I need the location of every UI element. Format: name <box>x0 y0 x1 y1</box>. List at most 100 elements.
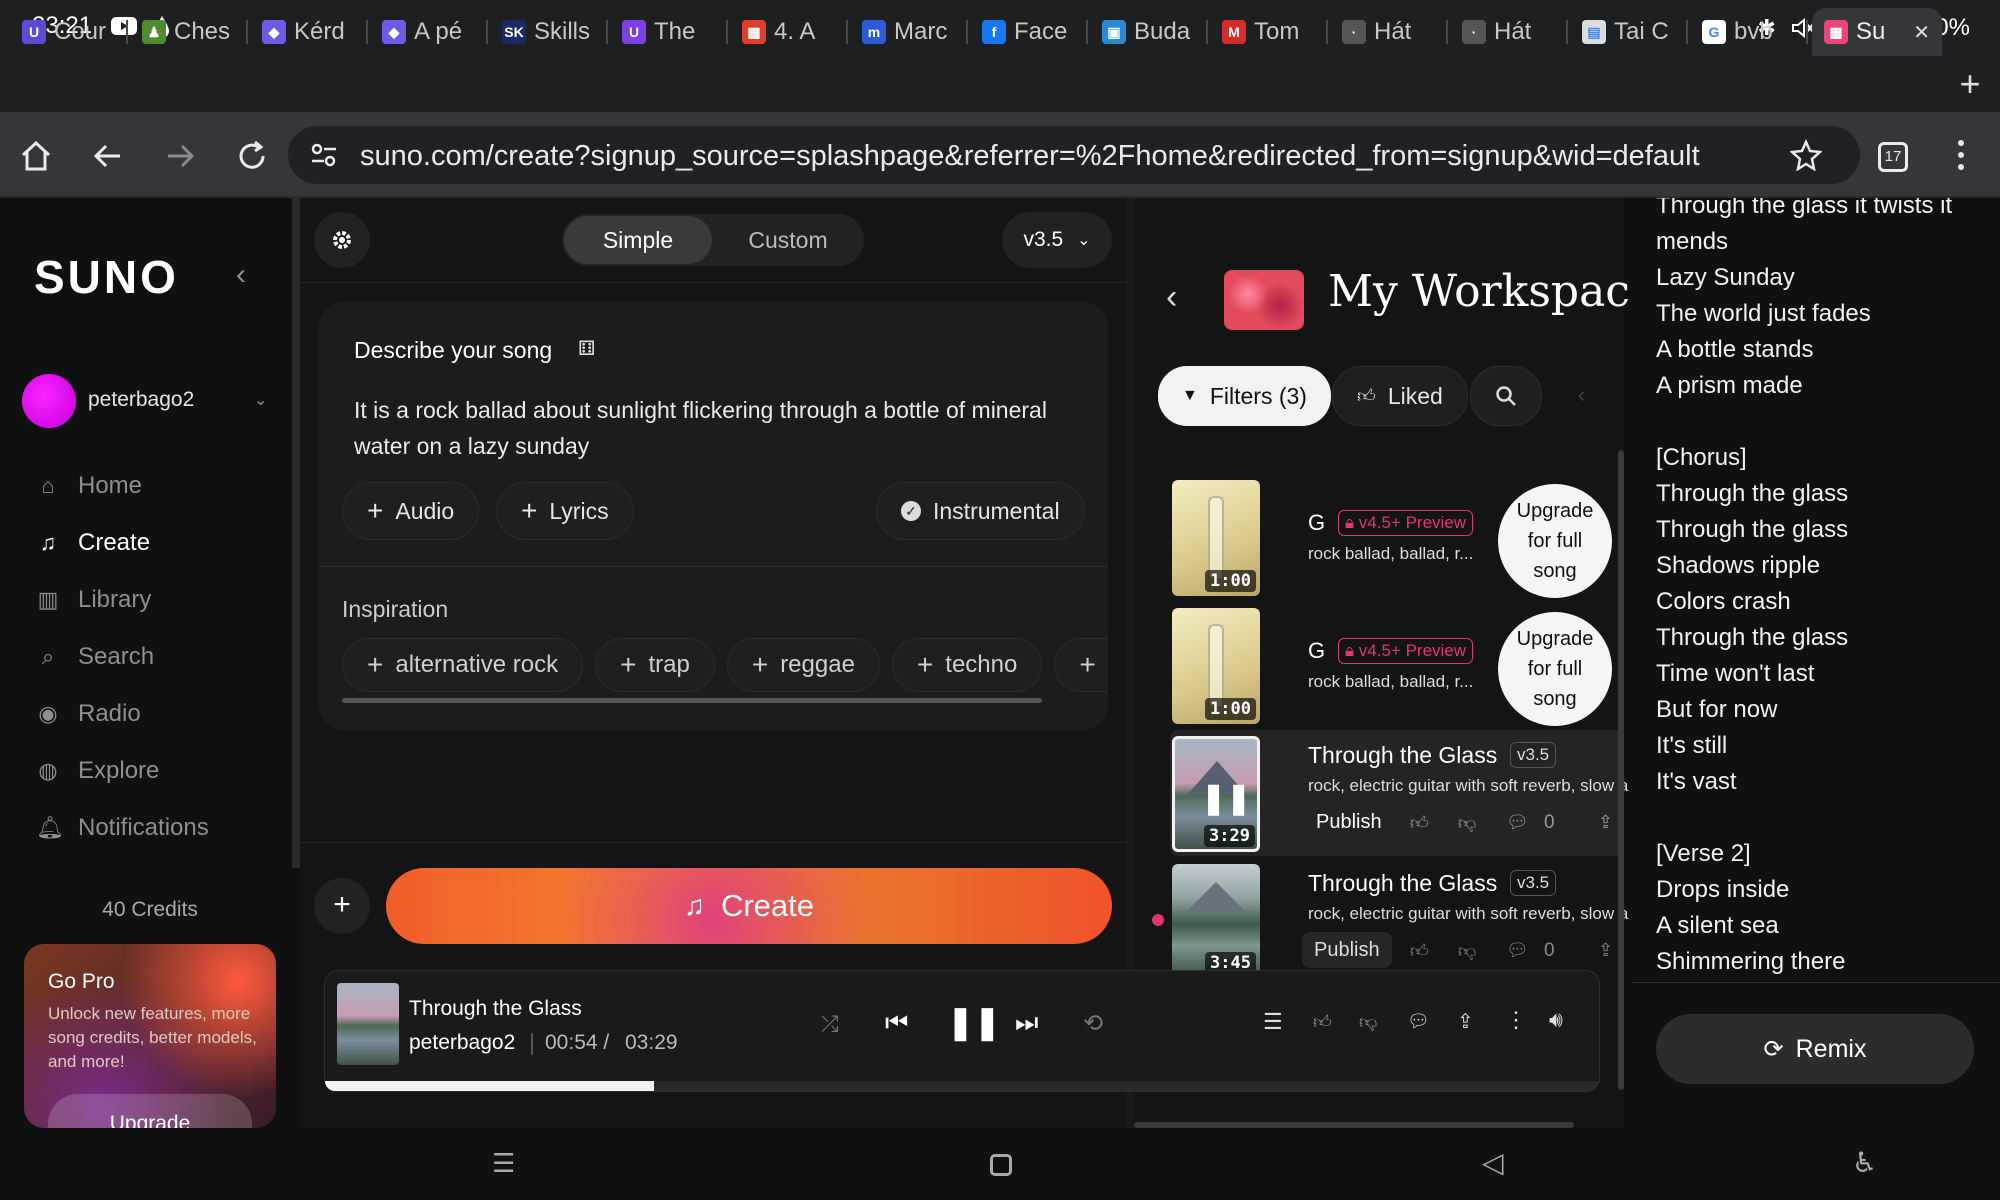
song-row[interactable]: 3:45 Through the Glass v3.5 rock, electr… <box>1172 860 1632 970</box>
song-row[interactable]: ❚❚ 3:29 Through the Glass v3.5 rock, ele… <box>1172 732 1632 852</box>
player-title[interactable]: Through the Glass <box>409 997 582 1021</box>
pause-overlay-icon[interactable]: ❚❚ <box>1201 781 1251 816</box>
site-settings-icon[interactable] <box>310 142 338 168</box>
add-lyrics-button[interactable]: + Lyrics <box>496 482 634 540</box>
chevron-down-icon[interactable]: ⌄ <box>254 390 267 410</box>
username[interactable]: peterbago2 <box>88 388 194 412</box>
song-title[interactable]: Through the Glass <box>1308 742 1497 769</box>
more-options-button[interactable]: ⋮ <box>1505 1007 1527 1033</box>
browser-menu-button[interactable] <box>1958 140 1966 170</box>
queue-button[interactable]: ☰ <box>1263 1009 1283 1035</box>
previous-button[interactable]: ⏮︎ <box>885 1007 908 1039</box>
repeat-button[interactable]: ⟲ <box>1083 1009 1103 1038</box>
dislike-button[interactable]: 👎︎ <box>1458 940 1476 962</box>
comment-button[interactable]: 💬︎ <box>1506 940 1529 961</box>
filters-button[interactable]: ▼ Filters (3) <box>1158 366 1331 426</box>
song-title[interactable]: Through the Glass <box>1308 870 1497 897</box>
search-workspace-button[interactable] <box>1470 366 1542 426</box>
tab[interactable]: SK Skills <box>490 8 608 56</box>
upgrade-button[interactable]: Upgrade <box>48 1094 252 1128</box>
tab[interactable]: U The <box>610 8 728 56</box>
go-pro-card[interactable]: Go Pro Unlock new features, more song cr… <box>24 944 276 1128</box>
song-title[interactable]: G <box>1308 638 1325 664</box>
sidebar-item-notifications[interactable]: 🔔︎ Notifications <box>36 808 209 848</box>
next-button[interactable]: ⏭︎ <box>1015 1007 1038 1039</box>
chevron-left-icon[interactable]: ‹ <box>1578 382 1585 408</box>
back-button[interactable] <box>90 138 126 174</box>
like-button[interactable]: 👍︎ <box>1313 1011 1332 1033</box>
back-nav-button[interactable]: ◁ <box>1482 1146 1504 1179</box>
recents-button[interactable]: ☰ <box>492 1148 515 1179</box>
reload-button[interactable] <box>234 138 270 174</box>
progress-track[interactable] <box>325 1081 1599 1091</box>
share-button[interactable]: ⇪ <box>1457 1009 1474 1034</box>
tab-switcher-button[interactable]: 17 <box>1878 142 1908 172</box>
tab[interactable]: m Marc <box>850 8 968 56</box>
bookmark-star-icon[interactable] <box>1790 139 1822 171</box>
dislike-button[interactable]: 👎︎ <box>1359 1011 1377 1033</box>
song-row[interactable]: 1:00 G 🔒︎ v4.5+ Preview rock ballad, bal… <box>1172 604 1632 726</box>
comment-button[interactable]: 💬︎ <box>1506 812 1529 833</box>
pause-button[interactable]: ❚❚ <box>947 1003 1001 1041</box>
like-button[interactable]: 👍︎ <box>1410 940 1429 962</box>
shuffle-button[interactable]: ⤮ <box>821 1011 839 1037</box>
share-button[interactable]: ⇪ <box>1598 940 1613 961</box>
song-row[interactable]: 1:00 G 🔒︎ v4.5+ Preview rock ballad, bal… <box>1172 476 1632 598</box>
forward-button[interactable] <box>162 138 198 174</box>
liked-button[interactable]: 👍︎ Liked <box>1332 366 1468 426</box>
settings-button[interactable] <box>314 212 370 268</box>
upgrade-full-song-button[interactable]: Upgrade for full song <box>1498 484 1612 598</box>
close-tab-icon[interactable]: ✕ <box>1913 20 1930 45</box>
instrumental-toggle[interactable]: ✓ Instrumental <box>876 482 1085 540</box>
dislike-button[interactable]: 👎︎ <box>1458 812 1476 834</box>
remix-button[interactable]: ⟳ Remix <box>1656 1014 1974 1084</box>
inspiration-chip[interactable]: + techno <box>891 638 1043 692</box>
tab-active[interactable]: ▩ Su ✕ <box>1812 8 1942 56</box>
suno-logo[interactable]: SUNO <box>34 250 179 304</box>
address-bar[interactable]: suno.com/create?signup_source=splashpage… <box>288 126 1860 184</box>
collapse-sidebar-button[interactable]: ‹ <box>236 258 246 292</box>
tab[interactable]: M Tom <box>1210 8 1328 56</box>
dice-icon[interactable]: ⚅ <box>578 336 595 361</box>
create-button[interactable]: ♫ Create <box>386 868 1112 944</box>
inspiration-chip[interactable]: + trap <box>595 638 715 692</box>
sidebar-item-search[interactable]: ⌕ Search <box>36 637 154 677</box>
mode-custom-button[interactable]: Custom <box>714 216 862 264</box>
inspiration-chip[interactable]: + reggae <box>726 638 880 692</box>
sidebar-item-explore[interactable]: ◍ Explore <box>36 751 159 791</box>
song-title[interactable]: G <box>1308 510 1325 536</box>
mode-simple-button[interactable]: Simple <box>564 216 712 264</box>
tab[interactable]: f Face <box>970 8 1088 56</box>
tab[interactable]: ♟ Ches <box>130 8 248 56</box>
song-description-input[interactable]: It is a rock ballad about sunlight flick… <box>354 392 1054 464</box>
tab[interactable]: · Hát <box>1450 8 1568 56</box>
player-artist[interactable]: peterbago2 <box>409 1031 515 1055</box>
sidebar-item-library[interactable]: ▥ Library <box>36 580 152 620</box>
tab[interactable]: ◆ A pé <box>370 8 488 56</box>
workspace-scrollbar[interactable] <box>1618 450 1624 1090</box>
inspiration-chip[interactable]: +hip <box>1054 638 1108 692</box>
tab[interactable]: U Cour <box>10 8 128 56</box>
volume-button[interactable]: 🔊︎ <box>1549 1007 1563 1033</box>
tab[interactable]: ▣ Buda <box>1090 8 1208 56</box>
add-audio-button[interactable]: + Audio <box>342 482 480 540</box>
tab[interactable]: · Hát <box>1330 8 1448 56</box>
version-select[interactable]: v3.5 ⌄ <box>1002 212 1112 268</box>
add-button[interactable]: + <box>314 878 370 934</box>
tab[interactable]: ▦ 4. A <box>730 8 848 56</box>
sidebar-item-home[interactable]: ⌂ Home <box>36 466 142 506</box>
avatar[interactable] <box>22 374 76 428</box>
home-nav-button[interactable] <box>990 1154 1012 1176</box>
share-button[interactable]: ⇪ <box>1598 812 1613 833</box>
tab[interactable]: Gbvb <box>1690 8 1808 56</box>
player-cover[interactable] <box>337 983 399 1065</box>
new-tab-button[interactable]: + <box>1950 64 1990 104</box>
sidebar-item-radio[interactable]: ◉ Radio <box>36 694 140 734</box>
publish-button[interactable]: Publish <box>1302 932 1392 968</box>
like-button[interactable]: 👍︎ <box>1410 812 1429 834</box>
workspace-back-button[interactable]: ‹ <box>1166 278 1177 317</box>
accessibility-icon[interactable]: ♿︎ <box>1852 1146 1877 1179</box>
inspiration-scrollbar[interactable] <box>342 698 1042 703</box>
comment-button[interactable]: 💬︎ <box>1407 1011 1430 1032</box>
tab[interactable]: ◆ Kérd <box>250 8 368 56</box>
